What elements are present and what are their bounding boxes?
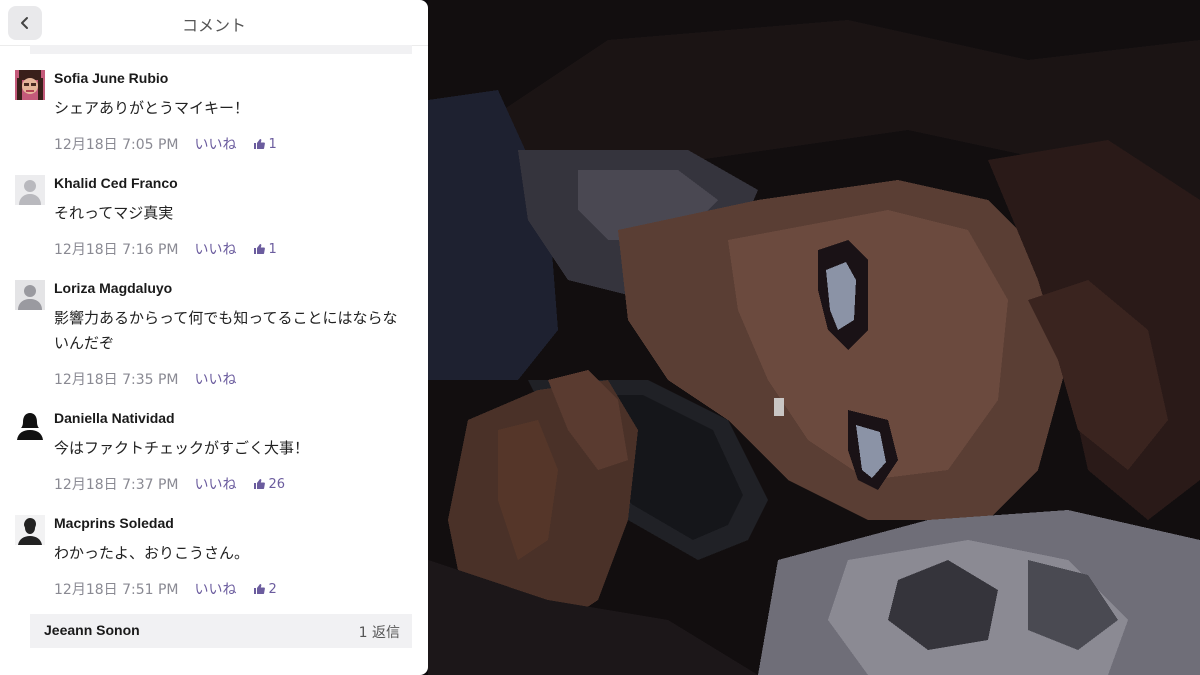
- comment-text: シェアありがとうマイキー！: [54, 99, 250, 117]
- reply-author-name: Jeeann Sonon: [44, 622, 140, 638]
- like-count-value: 2: [268, 581, 277, 597]
- avatar[interactable]: [15, 70, 45, 100]
- like-button[interactable]: いいね: [195, 579, 237, 599]
- silhouette-avatar-icon: [15, 410, 45, 440]
- like-count-value: 1: [268, 136, 277, 152]
- comment-timestamp: 12月18日 7:51 PM: [54, 582, 179, 598]
- panel-header: コメント: [0, 0, 428, 46]
- thumbs-up-icon: [253, 139, 265, 149]
- comment-text: 影響力あるからって何でも知ってることにはならないんだぞ: [54, 309, 398, 352]
- like-count[interactable]: 1: [253, 137, 277, 152]
- like-button[interactable]: いいね: [195, 474, 237, 494]
- comment-text: わかったよ、おりこうさん。: [54, 544, 250, 562]
- like-button[interactable]: いいね: [195, 134, 237, 154]
- thumbs-up-icon: [253, 479, 265, 489]
- like-button[interactable]: いいね: [195, 369, 237, 389]
- avatar[interactable]: [15, 410, 45, 440]
- game-screen: コメント Sofia June Rubio シェアありがとうマイキー！ 12月1…: [0, 0, 1200, 675]
- like-count-value: 1: [268, 241, 277, 257]
- commenter-name[interactable]: Macprins Soledad: [54, 515, 174, 531]
- comments-panel: コメント Sofia June Rubio シェアありがとうマイキー！ 12月1…: [0, 0, 428, 675]
- silhouette-avatar-icon: [15, 515, 45, 545]
- comment-meta: 12月18日 7:37 PM いいね 26: [54, 474, 285, 494]
- like-count[interactable]: 26: [253, 476, 286, 492]
- thumbs-up-icon: [253, 584, 265, 594]
- thumbs-up-icon: [253, 244, 265, 254]
- comment-meta: 12月18日 7:16 PM いいね 1: [54, 239, 277, 259]
- avatar[interactable]: [15, 280, 45, 310]
- like-count[interactable]: 2: [253, 582, 277, 597]
- reply-count: 1 返信: [358, 625, 400, 641]
- comment-timestamp: 12月18日 7:16 PM: [54, 242, 179, 258]
- commenter-name[interactable]: Khalid Ced Franco: [54, 175, 178, 191]
- background-scene: [428, 0, 1200, 675]
- reply-thread-bar[interactable]: Jeeann Sonon 1 返信: [30, 614, 412, 648]
- default-person-avatar-icon: [15, 280, 45, 310]
- commenter-name[interactable]: Daniella Natividad: [54, 410, 175, 426]
- photo-avatar-icon: [15, 70, 45, 100]
- comment-text: それってマジ真実: [54, 204, 174, 222]
- comment-text: 今はファクトチェックがすごく大事！: [54, 439, 310, 457]
- like-button[interactable]: いいね: [195, 239, 237, 259]
- default-person-avatar-icon: [15, 175, 45, 205]
- comment-meta: 12月18日 7:51 PM いいね 2: [54, 579, 277, 599]
- commenter-name[interactable]: Loriza Magdaluyo: [54, 280, 172, 296]
- previous-reply-strip[interactable]: [30, 45, 412, 54]
- comment-timestamp: 12月18日 7:37 PM: [54, 477, 179, 493]
- comment-meta: 12月18日 7:35 PM いいね: [54, 369, 237, 389]
- avatar[interactable]: [15, 175, 45, 205]
- comment-timestamp: 12月18日 7:05 PM: [54, 137, 179, 153]
- avatar[interactable]: [15, 515, 45, 545]
- panel-title: コメント: [181, 16, 246, 35]
- comment-timestamp: 12月18日 7:35 PM: [54, 372, 179, 388]
- commenter-name[interactable]: Sofia June Rubio: [54, 70, 168, 86]
- comment-meta: 12月18日 7:05 PM いいね 1: [54, 134, 277, 154]
- like-count[interactable]: 1: [253, 242, 277, 257]
- like-count-value: 26: [268, 476, 286, 492]
- pixel-art-girl-with-phone: [428, 0, 1200, 675]
